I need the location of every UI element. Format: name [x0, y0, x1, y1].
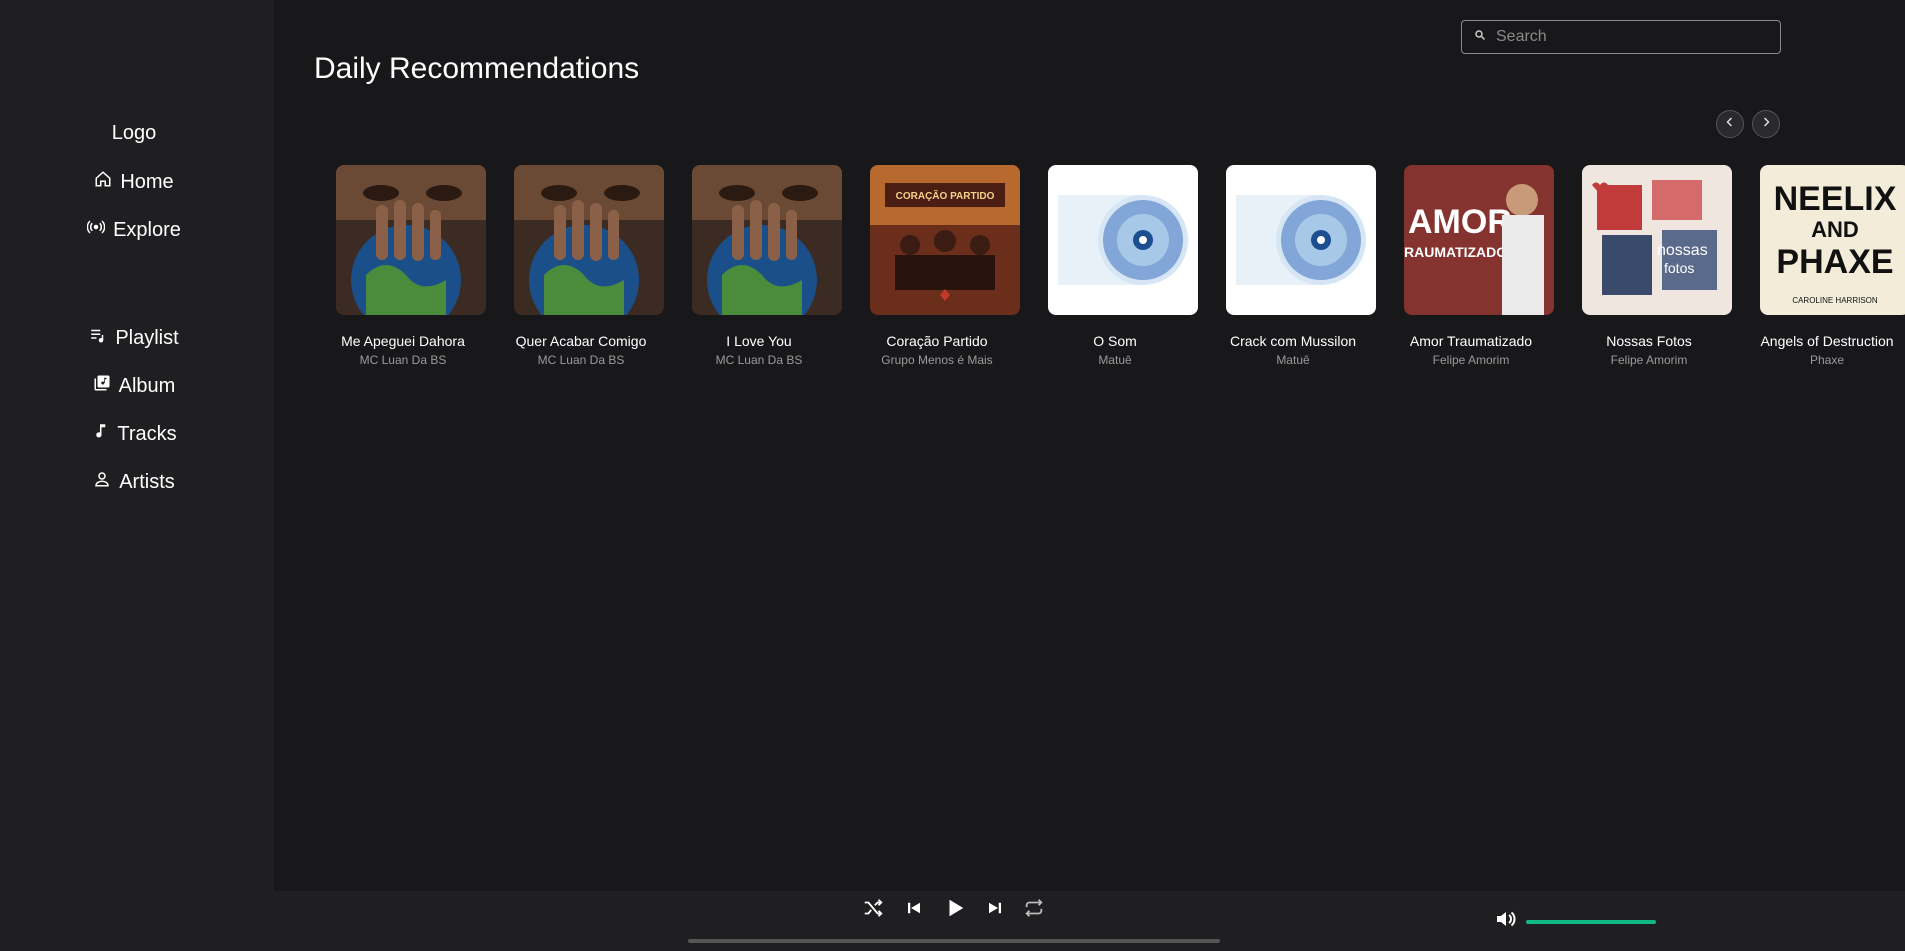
album-icon [93, 374, 111, 398]
progress-bar[interactable] [688, 939, 1220, 943]
user-icon [93, 470, 111, 494]
previous-button[interactable] [901, 897, 927, 923]
recommendation-card[interactable]: Crack com Mussilon Matuê [1204, 165, 1382, 367]
track-title: Quer Acabar Comigo [515, 333, 647, 349]
next-button[interactable] [982, 897, 1008, 923]
album-cover [692, 165, 842, 315]
repeat-icon [1023, 897, 1045, 924]
album-cover [1048, 165, 1198, 315]
track-artist[interactable]: MC Luan Da BS [538, 353, 625, 367]
play-icon [944, 897, 966, 924]
track-artist[interactable]: Grupo Menos é Mais [881, 353, 992, 367]
recommendation-card[interactable]: Quer Acabar Comigo MC Luan Da BS [492, 165, 670, 367]
track-title: Me Apeguei Dahora [341, 333, 465, 349]
album-cover [514, 165, 664, 315]
sidebar-item-artists[interactable]: Artists [0, 470, 268, 494]
recommendation-card[interactable]: O Som Matuê [1026, 165, 1204, 367]
volume-icon [1494, 907, 1518, 936]
album-cover: NEELIX AND PHAXE CAROLINE HARRISON [1760, 165, 1905, 315]
playlist-icon [89, 326, 107, 350]
track-title: I Love You [726, 333, 792, 349]
sidebar-item-album[interactable]: Album [0, 374, 268, 398]
track-artist[interactable]: Felipe Amorim [1433, 353, 1510, 367]
sidebar-item-label: Artists [119, 470, 175, 493]
sidebar-item-tracks[interactable]: Tracks [0, 422, 268, 446]
track-artist[interactable]: Matuê [1276, 353, 1309, 367]
volume-button[interactable] [1493, 908, 1519, 934]
volume-slider[interactable] [1526, 920, 1656, 924]
cover-subtitle-text: AND [1811, 217, 1859, 242]
sidebar-item-label: Home [120, 170, 174, 193]
recommendation-card[interactable]: Me Apeguei Dahora MC Luan Da BS [314, 165, 492, 367]
main-content [274, 0, 1905, 891]
cover-title-text: PHAXE [1776, 243, 1893, 281]
shuffle-icon [862, 897, 884, 924]
recommendation-card[interactable]: nossas fotos Nossas Fotos Felipe Amorim [1560, 165, 1738, 367]
sidebar-item-label: Explore [113, 218, 181, 241]
recommendation-card[interactable]: AMOR RAUMATIZADO Amor Traumatizado Felip… [1382, 165, 1560, 367]
track-title: Nossas Fotos [1606, 333, 1692, 349]
track-title: Crack com Mussilon [1229, 333, 1357, 349]
sidebar-item-home[interactable]: Home [0, 170, 268, 194]
carousel-prev-button[interactable] [1716, 110, 1744, 138]
skip-back-icon [905, 899, 923, 922]
play-button[interactable] [942, 897, 968, 923]
recommendation-card[interactable]: I Love You MC Luan Da BS [670, 165, 848, 367]
chevron-left-icon [1724, 115, 1736, 133]
search-icon [1474, 28, 1486, 46]
cover-subtitle-text: fotos [1664, 260, 1694, 276]
search-box[interactable] [1461, 20, 1781, 54]
cover-title-text: nossas [1657, 242, 1708, 259]
sidebar-item-label: Playlist [115, 326, 179, 349]
album-cover: AMOR RAUMATIZADO [1404, 165, 1554, 315]
track-title: Amor Traumatizado [1409, 333, 1533, 349]
skip-forward-icon [986, 899, 1004, 922]
track-title: O Som [1093, 333, 1137, 349]
album-cover [1226, 165, 1376, 315]
music-note-icon [91, 422, 109, 446]
track-artist[interactable]: MC Luan Da BS [360, 353, 447, 367]
sidebar-item-label: Album [118, 374, 176, 397]
album-cover [336, 165, 486, 315]
track-artist[interactable]: MC Luan Da BS [716, 353, 803, 367]
chevron-right-icon [1760, 115, 1772, 133]
cover-title-text: NEELIX [1774, 180, 1897, 218]
carousel-next-button[interactable] [1752, 110, 1780, 138]
sidebar-item-explore[interactable]: Explore [0, 218, 268, 242]
home-icon [94, 170, 112, 194]
sidebar: Logo Home Explore Playlist Album Tracks … [0, 0, 274, 891]
cover-title-text: CORAÇÃO PARTIDO [896, 189, 995, 202]
recommendations-carousel: Me Apeguei Dahora MC Luan Da BS Quer Aca… [314, 165, 1905, 367]
cover-credit-text: CAROLINE HARRISON [1792, 296, 1878, 305]
track-title: Coração Partido [886, 333, 988, 349]
broadcast-icon [86, 218, 106, 242]
search-input[interactable] [1496, 28, 1766, 46]
recommendation-card[interactable]: CORAÇÃO PARTIDO Coração Partido Grupo Me… [848, 165, 1026, 367]
repeat-button[interactable] [1021, 897, 1047, 923]
logo[interactable]: Logo [0, 122, 268, 145]
track-artist[interactable]: Phaxe [1810, 353, 1844, 367]
track-title: Angels of Destruction [1760, 333, 1894, 349]
album-cover: CORAÇÃO PARTIDO [870, 165, 1020, 315]
page-title: Daily Recommendations [314, 52, 640, 85]
track-artist[interactable]: Felipe Amorim [1611, 353, 1688, 367]
album-cover: nossas fotos [1582, 165, 1732, 315]
sidebar-item-playlist[interactable]: Playlist [0, 326, 268, 350]
track-artist[interactable]: Matuê [1098, 353, 1131, 367]
shuffle-button[interactable] [860, 897, 886, 923]
cover-title-text: AMOR [1408, 203, 1512, 241]
cover-subtitle-text: RAUMATIZADO [1404, 244, 1507, 260]
recommendation-card[interactable]: NEELIX AND PHAXE CAROLINE HARRISON Angel… [1738, 165, 1905, 367]
sidebar-item-label: Tracks [117, 422, 177, 445]
